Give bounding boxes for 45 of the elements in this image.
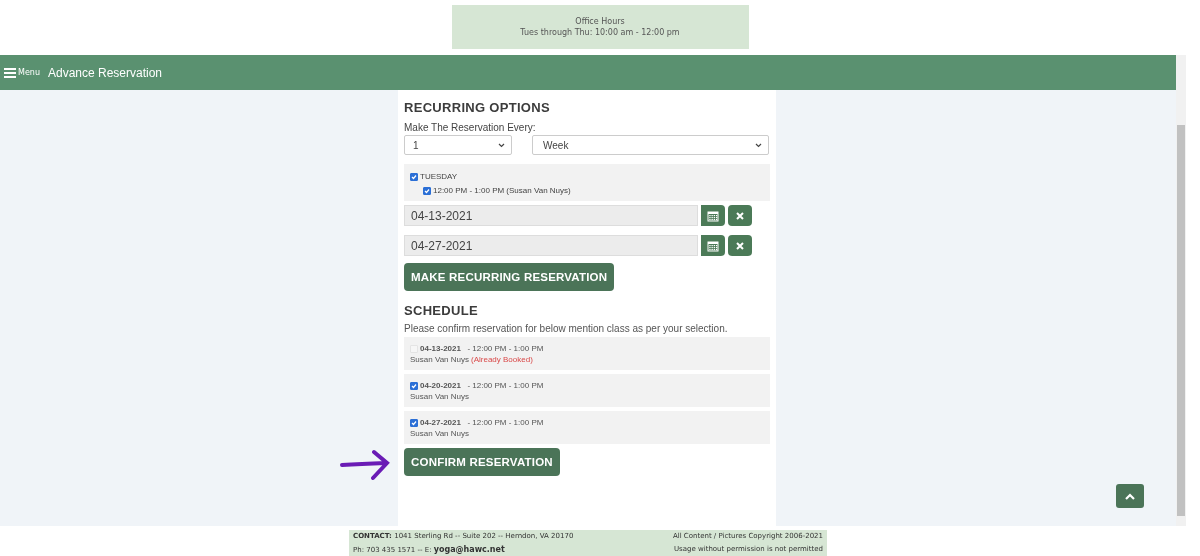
arrow-drawing — [340, 448, 392, 482]
checkbox[interactable] — [410, 172, 418, 181]
scrollbar[interactable] — [1177, 125, 1185, 516]
checkbox[interactable] — [410, 381, 418, 390]
close-icon — [736, 211, 744, 220]
class-date: 04-20-2021 — [420, 381, 461, 390]
chevron-down-icon — [498, 142, 505, 148]
booked-status: (Already Booked) — [471, 355, 533, 364]
office-hours-text: Tues through Thu: 10:00 am - 12:00 pm — [520, 27, 680, 38]
count-select[interactable]: 1 — [404, 135, 512, 155]
class-date: 04-27-2021 — [420, 418, 461, 427]
confirm-button[interactable]: CONFIRM RESERVATION — [404, 448, 560, 476]
class-time: - 12:00 PM - 1:00 PM — [466, 344, 544, 353]
day-label: TUESDAY — [420, 172, 458, 181]
menu-icon — [4, 67, 16, 78]
instructor-name: Susan Van Nuys — [410, 392, 469, 401]
clear-button[interactable] — [728, 235, 752, 256]
close-icon — [736, 241, 744, 250]
class-date: 04-13-2021 — [420, 344, 461, 353]
clear-button[interactable] — [728, 205, 752, 226]
checkbox[interactable] — [423, 186, 431, 195]
instructor-name: Susan Van Nuys — [410, 355, 469, 364]
instructor-name: Susan Van Nuys — [410, 429, 469, 438]
chevron-down-icon — [755, 142, 762, 148]
scroll-top-button[interactable] — [1116, 484, 1144, 508]
class-time: - 12:00 PM - 1:00 PM — [466, 381, 544, 390]
make-recurring-button[interactable]: MAKE RECURRING RESERVATION — [404, 263, 615, 291]
date-field[interactable]: 04-27-2021 — [404, 235, 698, 256]
office-hours-title: Office Hours — [575, 16, 625, 27]
chevron-up-icon — [1125, 492, 1135, 500]
section-heading: RECURRING OPTIONS — [404, 100, 551, 115]
calendar-icon — [707, 239, 719, 252]
section-heading: SCHEDULE — [404, 303, 479, 318]
field-label: Make The Reservation Every: — [404, 122, 537, 133]
period-select[interactable]: Week — [532, 135, 769, 155]
menu-button[interactable]: Menu — [4, 67, 40, 78]
page-title: Advance Reservation — [47, 65, 163, 80]
instruction-text: Please confirm reservation for below mention class as per your selection. — [404, 323, 729, 334]
calendar-button[interactable] — [701, 235, 725, 256]
calendar-icon — [707, 209, 719, 222]
checkbox[interactable] — [410, 418, 418, 427]
date-field[interactable]: 04-13-2021 — [404, 205, 698, 226]
class-time: - 12:00 PM - 1:00 PM — [466, 418, 544, 427]
calendar-button[interactable] — [701, 205, 725, 226]
time-slot-label: 12:00 PM - 1:00 PM (Susan Van Nuys) — [433, 186, 571, 195]
